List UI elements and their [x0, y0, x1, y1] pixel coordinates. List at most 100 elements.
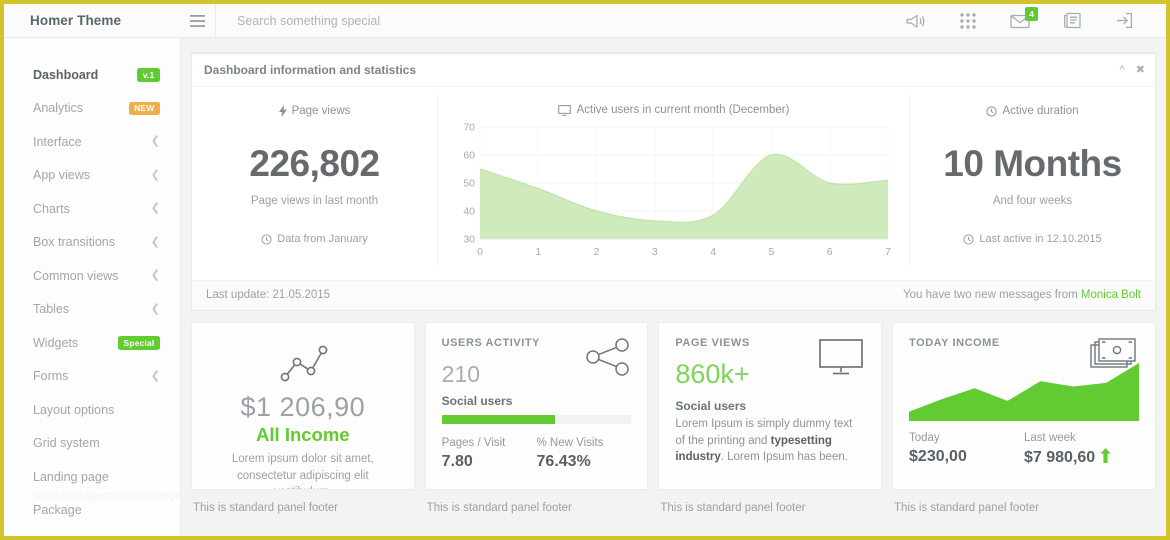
- area-chart: 30 40 50 60 70 0 1 2 3 4 5 6 7: [454, 121, 894, 266]
- sidebar-item-package[interactable]: Package: [4, 494, 180, 528]
- panel-header: Dashboard information and statistics ^ ✖: [192, 54, 1155, 87]
- chevron-left-icon: ❮: [150, 168, 160, 181]
- svg-text:4: 4: [710, 246, 716, 258]
- metric-key: Last week: [1024, 432, 1076, 444]
- sidebar-item-interface[interactable]: Interface ❮: [4, 125, 180, 159]
- line-chart-icon: [208, 341, 398, 385]
- sidebar-item-label: App views: [33, 168, 90, 183]
- chevron-left-icon: ❮: [150, 235, 160, 248]
- svg-text:60: 60: [463, 150, 475, 162]
- message-count-badge: 4: [1025, 7, 1038, 21]
- active-duration-footer: Last active in 12.10.2015: [963, 233, 1102, 245]
- chevron-up-icon[interactable]: ^: [1120, 64, 1125, 76]
- grid-dots-icon[interactable]: [942, 4, 994, 37]
- chevron-left-icon: ❮: [150, 269, 160, 282]
- card-users-activity: USERS ACTIVITY 210 Social users Pages / …: [424, 322, 649, 514]
- users-activity-metrics: Pages / Visit 7.80 % New Visits 76.43%: [442, 437, 632, 471]
- sidebar-item-label: Landing page: [33, 469, 109, 484]
- card-all-income: $1 206,90 All Income Lorem ipsum dolor s…: [191, 322, 415, 514]
- page-views-caption: Page views: [278, 105, 351, 117]
- card-footer: This is standard panel footer: [660, 502, 806, 514]
- newspaper-icon[interactable]: [1046, 4, 1098, 37]
- sidebar-item-label: Forms: [33, 369, 69, 384]
- metric-key: Today: [909, 432, 940, 444]
- svg-text:50: 50: [463, 178, 475, 190]
- chart-title-label: Active users in current month (December): [576, 104, 790, 116]
- metric-key: Pages / Visit: [441, 437, 506, 449]
- desc-part-2: . Lorem Ipsum has been.: [720, 451, 848, 464]
- app-window: Homer Theme Search something special 4 D…: [0, 0, 1170, 540]
- monitor-icon: [557, 104, 571, 116]
- active-duration-stat: Active duration 10 Months And four weeks…: [910, 93, 1155, 266]
- sidebar-item-label: Analytics: [33, 101, 84, 116]
- search-input[interactable]: [237, 13, 557, 28]
- sidebar-item-landing-page[interactable]: Landing page: [4, 460, 180, 494]
- sidebar-item-grid-system[interactable]: Grid system: [4, 427, 180, 461]
- card-page-views: PAGE VIEWS 860k+ Social users Lorem Ipsu…: [658, 322, 883, 514]
- sidebar-item-label: Interface: [33, 134, 82, 149]
- active-duration-value: 10 Months: [943, 143, 1122, 184]
- active-duration-subtitle: And four weeks: [992, 195, 1073, 207]
- active-users-chart-container: Active users in current month (December)…: [437, 93, 910, 266]
- page-views-footer: Data from January: [261, 233, 368, 245]
- metric-value: $230,00: [909, 448, 967, 465]
- metric-new-visits: % New Visits 76.43%: [537, 437, 632, 471]
- sidebar-item-layout-options[interactable]: Layout options: [4, 393, 180, 427]
- chevron-left-icon: ❮: [150, 369, 160, 382]
- sidebar-item-label: Box transitions: [33, 235, 115, 250]
- svg-text:40: 40: [463, 206, 475, 218]
- page-views-description: Lorem Ipsum is simply dummy text of the …: [675, 416, 865, 466]
- sidebar-item-analytics[interactable]: Analytics NEW: [4, 92, 180, 126]
- card-footer: This is standard panel footer: [193, 502, 339, 514]
- sidebar-item-label: Tables: [33, 302, 70, 317]
- svg-text:5: 5: [768, 246, 774, 258]
- bolt-icon: [278, 105, 287, 117]
- svg-text:1: 1: [535, 246, 541, 258]
- card-today-income: TODAY INCOME Today $230,00 Last week $7 …: [892, 322, 1157, 514]
- sidebar-item-widgets[interactable]: Widgets Special: [4, 326, 180, 360]
- caption-label: Page views: [291, 105, 351, 117]
- card-body: USERS ACTIVITY 210 Social users Pages / …: [424, 322, 649, 490]
- page-title: Dashboard information and statistics: [204, 63, 417, 77]
- metric-today: Today $230,00: [909, 432, 1024, 468]
- sidebar-item-app-views[interactable]: App views ❮: [4, 159, 180, 193]
- active-duration-caption: Active duration: [986, 105, 1079, 117]
- sidebar-item-box-transitions[interactable]: Box transitions ❮: [4, 226, 180, 260]
- hamburger-icon[interactable]: [179, 14, 215, 27]
- page-views-subtitle: Social users: [675, 399, 747, 413]
- megaphone-icon[interactable]: [890, 4, 942, 37]
- arrow-up-icon: [1100, 448, 1111, 468]
- sidebar-item-tables[interactable]: Tables ❮: [4, 293, 180, 327]
- sidebar-item-label: Layout options: [33, 402, 115, 417]
- sidebar-item-common-views[interactable]: Common views ❮: [4, 259, 180, 293]
- sign-out-icon[interactable]: [1098, 4, 1150, 37]
- sidebar-badge-new: NEW: [128, 101, 160, 115]
- svg-text:2: 2: [593, 246, 599, 258]
- sidebar-item-charts[interactable]: Charts ❮: [4, 192, 180, 226]
- sidebar-item-label: Charts: [33, 201, 70, 216]
- svg-text:6: 6: [826, 246, 832, 258]
- messages-prefix: You have two new messages from: [902, 289, 1081, 301]
- sidebar-item-dashboard[interactable]: Dashboard v.1: [4, 58, 180, 92]
- metric-value: $7 980,60: [1024, 449, 1096, 466]
- last-update-label: Last update: 21.05.2015: [206, 289, 331, 301]
- chevron-left-icon: ❮: [150, 202, 160, 215]
- caption-label: Active duration: [1002, 105, 1079, 117]
- sidebar-item-label: Grid system: [33, 436, 100, 451]
- clock-icon: [963, 233, 974, 245]
- page-views-value: 226,802: [249, 143, 380, 184]
- all-income-title: All Income: [256, 424, 350, 445]
- clock-icon: [986, 105, 998, 117]
- svg-text:70: 70: [463, 122, 475, 134]
- message-sender-link[interactable]: Monica Bolt: [1081, 289, 1141, 301]
- svg-text:30: 30: [463, 234, 475, 246]
- sidebar-item-label: Widgets: [33, 335, 79, 350]
- close-icon[interactable]: ✖: [1136, 64, 1145, 76]
- cards-row: $1 206,90 All Income Lorem ipsum dolor s…: [191, 322, 1157, 514]
- sidebar-item-forms[interactable]: Forms ❮: [4, 360, 180, 394]
- envelope-icon[interactable]: 4: [994, 4, 1046, 37]
- svg-text:3: 3: [651, 246, 657, 258]
- social-users-progress: [441, 415, 632, 424]
- chevron-left-icon: ❮: [150, 302, 160, 315]
- dashboard-stats-panel: Dashboard information and statistics ^ ✖…: [191, 52, 1156, 311]
